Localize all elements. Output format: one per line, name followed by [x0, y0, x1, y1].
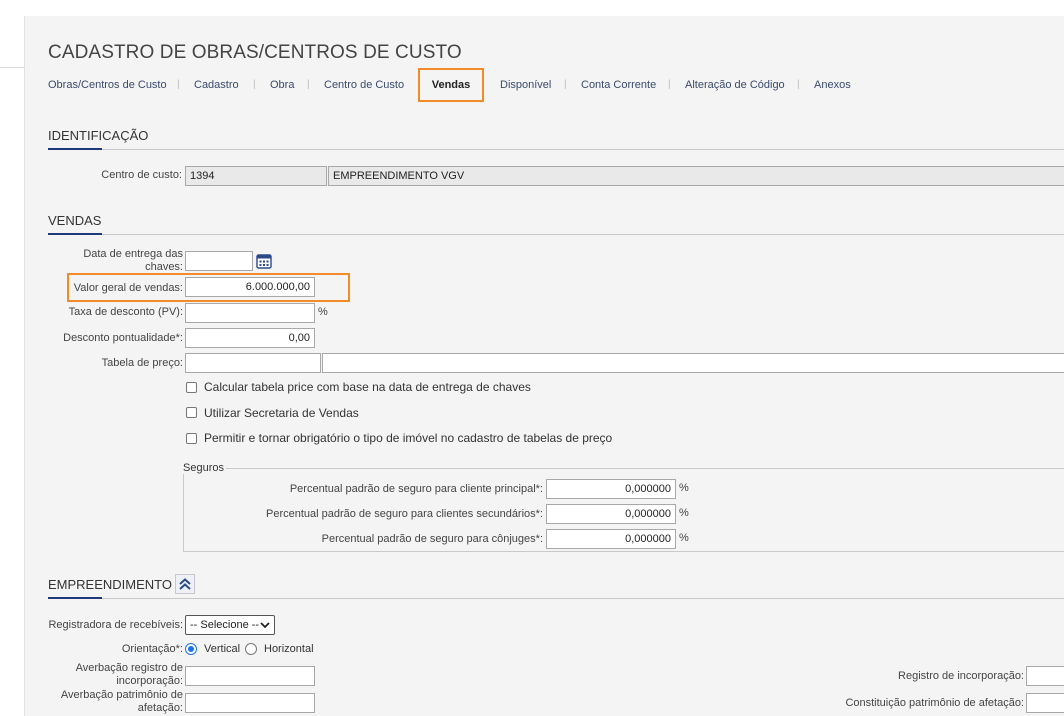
- section-rule: [48, 149, 1064, 150]
- checkbox-secretaria-vendas-label: Utilizar Secretaria de Vendas: [204, 406, 359, 420]
- centro-de-custo-code-field: 1394: [185, 166, 327, 186]
- tab-separator: |: [177, 79, 180, 90]
- averbacao-patrimonio-label: Averbação patrimônio de afetação:: [60, 689, 183, 714]
- registro-incorporacao-field[interactable]: [1026, 666, 1064, 686]
- data-entrega-field[interactable]: [185, 251, 253, 271]
- desconto-pontualidade-label: Desconto pontualidade*:: [63, 332, 183, 344]
- seguros-legend: Seguros: [183, 462, 226, 474]
- centro-de-custo-name-field: EMPREENDIMENTO VGV: [328, 166, 1064, 186]
- tabela-preco-code-field[interactable]: [185, 353, 321, 373]
- orientacao-vertical-label: Vertical: [204, 643, 241, 655]
- section-heading-empreendimento: EMPREENDIMENTO: [48, 577, 172, 592]
- page-title: CADASTRO DE OBRAS/CENTROS DE CUSTO: [48, 42, 462, 63]
- section-rule-accent: [48, 233, 102, 235]
- section-rule-accent: [48, 148, 102, 150]
- section-rule: [48, 234, 1064, 235]
- tab-separator: |: [307, 79, 310, 90]
- desconto-pontualidade-field[interactable]: 0,00: [185, 328, 315, 348]
- checkbox-secretaria-vendas[interactable]: [186, 407, 197, 418]
- tab-vendas-label: Vendas: [431, 79, 471, 91]
- registradora-select[interactable]: -- Selecione --: [185, 615, 275, 635]
- tab-separator: |: [253, 79, 256, 90]
- tab-separator: |: [797, 79, 800, 90]
- seguro-conjuges-field[interactable]: 0,000000: [546, 529, 676, 549]
- tab-vendas[interactable]: Vendas: [418, 68, 484, 102]
- checkbox-calcular-price[interactable]: [186, 382, 197, 393]
- data-entrega-label: Data de entrega das chaves:: [83, 248, 183, 273]
- section-rule-accent: [48, 597, 102, 599]
- constituicao-patrimonio-field[interactable]: [1026, 693, 1064, 713]
- taxa-desconto-label: Taxa de desconto (PV):: [68, 306, 183, 318]
- averbacao-patrimonio-field[interactable]: [185, 693, 315, 713]
- chevron-double-up-icon: [179, 578, 191, 590]
- constituicao-patrimonio-label: Constituição patrimônio de afetação:: [845, 697, 1024, 709]
- seguro-conjuges-label: Percentual padrão de seguro para cônjuge…: [321, 533, 543, 545]
- tabela-preco-desc-field[interactable]: [322, 353, 1064, 373]
- tab-conta-corrente[interactable]: Conta Corrente: [581, 79, 656, 91]
- averbacao-registro-label: Averbação registro de incorporação:: [75, 662, 183, 687]
- tab-obras-centros[interactable]: Obras/Centros de Custo: [48, 79, 167, 91]
- calendar-icon[interactable]: [256, 253, 272, 269]
- taxa-unit: %: [318, 306, 328, 318]
- tab-separator: |: [564, 79, 567, 90]
- orientacao-label: Orientação*:: [121, 643, 183, 655]
- tabela-preco-label: Tabela de preço:: [101, 357, 183, 369]
- section-rule: [48, 598, 1064, 599]
- tab-separator: |: [668, 79, 671, 90]
- seguro-principal-label: Percentual padrão de seguro para cliente…: [289, 483, 543, 495]
- centro-de-custo-label: Centro de custo:: [101, 169, 182, 181]
- registradora-select-value: -- Selecione --: [190, 619, 260, 631]
- collapse-section-button[interactable]: [175, 574, 195, 594]
- tab-cadastro[interactable]: Cadastro: [194, 79, 239, 91]
- checkbox-tipo-imovel-label: Permitir e tornar obrigatório o tipo de …: [204, 431, 613, 445]
- orientacao-horizontal-label: Horizontal: [264, 643, 314, 655]
- taxa-desconto-field[interactable]: [185, 303, 315, 323]
- section-heading-vendas: VENDAS: [48, 213, 102, 228]
- orientacao-radio-vertical[interactable]: [185, 643, 197, 655]
- valor-geral-field[interactable]: 6.000.000,00: [185, 277, 315, 297]
- seguro-conjuges-unit: %: [679, 532, 689, 544]
- checkbox-calcular-price-label: Calcular tabela price com base na data d…: [204, 380, 531, 394]
- orientacao-radio-horizontal[interactable]: [245, 643, 257, 655]
- seguro-secundarios-unit: %: [679, 507, 689, 519]
- seguro-secundarios-label: Percentual padrão de seguro para cliente…: [265, 508, 543, 520]
- top-bar: [0, 0, 1064, 16]
- chevron-down-icon: [260, 622, 270, 629]
- seguro-principal-field[interactable]: 0,000000: [546, 479, 676, 499]
- averbacao-registro-field[interactable]: [185, 666, 315, 686]
- tab-disponivel[interactable]: Disponível: [500, 79, 551, 91]
- seguro-principal-unit: %: [679, 482, 689, 494]
- checkbox-tipo-imovel[interactable]: [186, 433, 197, 444]
- registradora-label: Registradora de recebíveis:: [48, 619, 183, 631]
- seguro-secundarios-field[interactable]: 0,000000: [546, 504, 676, 524]
- tab-alteracao-codigo[interactable]: Alteração de Código: [685, 79, 785, 91]
- registro-incorporacao-label: Registro de incorporação:: [898, 670, 1024, 682]
- tab-obra[interactable]: Obra: [270, 79, 294, 91]
- section-heading-identificacao: IDENTIFICAÇÃO: [48, 128, 149, 143]
- left-side-panel: [0, 16, 25, 716]
- tab-centro-de-custo[interactable]: Centro de Custo: [324, 79, 404, 91]
- valor-geral-label: Valor geral de vendas:: [73, 282, 183, 294]
- tab-anexos[interactable]: Anexos: [814, 79, 851, 91]
